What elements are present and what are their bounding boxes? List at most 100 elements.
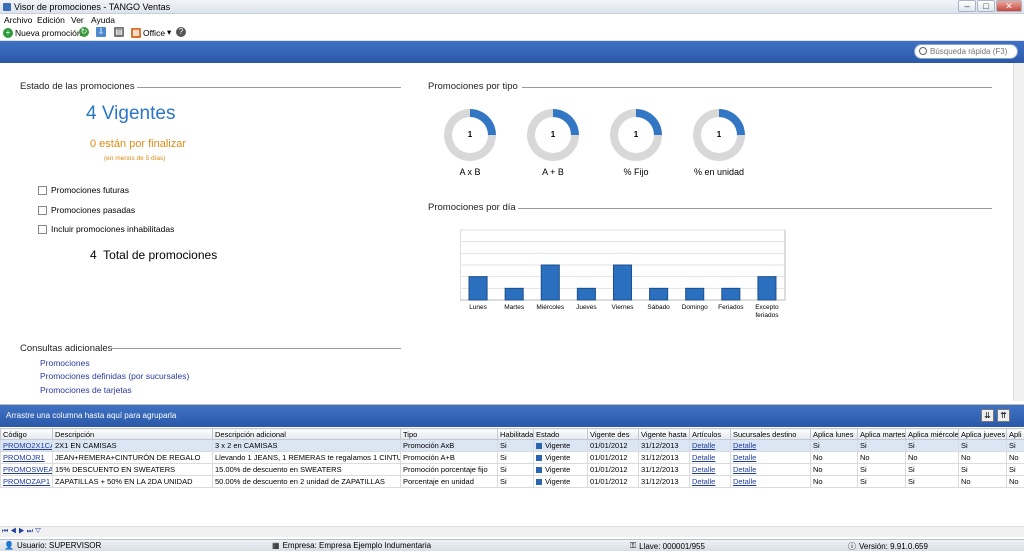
donut-fijo: 1 [610, 109, 662, 161]
help-button[interactable]: ? [176, 27, 186, 37]
table-row[interactable]: PROMOSWEA115% DESCUENTO EN SWEATERS15.00… [1, 464, 1024, 476]
table-cell[interactable]: PROMOSWEA1 [1, 464, 53, 476]
column-header[interactable]: Tipo [401, 429, 498, 440]
menu-edicion[interactable]: Edición [37, 15, 65, 25]
column-header[interactable]: Descripción [53, 429, 213, 440]
detail-link[interactable]: Detalle [733, 441, 756, 450]
checkbox-futuras[interactable]: Promociones futuras [38, 185, 129, 195]
data-table: CódigoDescripciónDescripción adicionalTi… [0, 428, 1024, 488]
column-header[interactable]: Código [1, 429, 53, 440]
checkbox-inhabilitadas[interactable]: Incluir promociones inhabilitadas [38, 224, 174, 234]
table-cell: 31/12/2013 [639, 452, 690, 464]
checkbox-pasadas[interactable]: Promociones pasadas [38, 205, 135, 215]
status-square-icon [536, 443, 542, 449]
table-cell[interactable]: Detalle [731, 476, 811, 488]
table-cell: 01/01/2012 [588, 476, 639, 488]
horizontal-scrollbar[interactable]: ⏮ ◀ ▶ ⏭ ▽ [0, 526, 1024, 537]
group-panel[interactable]: Arrastre una columna hasta aquí para agr… [0, 405, 1024, 427]
close-button[interactable]: ✕ [996, 0, 1022, 12]
column-header[interactable]: Sucursales destino [731, 429, 811, 440]
table-cell[interactable]: PROMOJR1 [1, 452, 53, 464]
status-key: ⚿Llave: 000001/955 [630, 541, 705, 551]
status-company: ▦Empresa: Empresa Ejemplo Indumentaria [272, 541, 431, 550]
minimize-button[interactable]: – [958, 0, 976, 12]
status-square-icon [536, 479, 542, 485]
column-header[interactable]: Vigente des [588, 429, 639, 440]
table-cell: No [1007, 452, 1024, 464]
table-cell: Si [858, 476, 906, 488]
table-cell[interactable]: PROMOZAP1 [1, 476, 53, 488]
column-header[interactable]: Vigente hasta [639, 429, 690, 440]
checkbox-box[interactable] [38, 225, 47, 234]
table-cell[interactable]: Detalle [731, 452, 811, 464]
column-header[interactable]: Aplica miércoles [906, 429, 959, 440]
code-link[interactable]: PROMOZAP1 [3, 477, 50, 486]
detail-link[interactable]: Detalle [692, 477, 715, 486]
maximize-button[interactable]: □ [977, 0, 995, 12]
link-promociones[interactable]: Promociones [40, 358, 90, 368]
export-button[interactable]: ⇩ [96, 27, 106, 37]
column-header[interactable]: Aplica lunes [811, 429, 858, 440]
table-cell[interactable]: PROMO2X1CA [1, 440, 53, 452]
column-header[interactable]: Artículos [690, 429, 731, 440]
print-button[interactable]: ▤ [114, 27, 124, 37]
menu-archivo[interactable]: Archivo [4, 15, 32, 25]
table-cell[interactable]: Detalle [690, 464, 731, 476]
detail-link[interactable]: Detalle [733, 453, 756, 462]
info-icon: ⓘ [848, 541, 856, 552]
donut-label: A x B [430, 167, 510, 177]
column-header[interactable]: Apli [1007, 429, 1024, 440]
bar [613, 265, 631, 300]
search-input[interactable] [914, 44, 1018, 59]
menu-ver[interactable]: Ver [71, 15, 84, 25]
checkbox-box[interactable] [38, 186, 47, 195]
column-header[interactable]: Aplica martes [858, 429, 906, 440]
refresh-button[interactable]: ↻ [79, 27, 89, 37]
table-cell: Si [959, 440, 1007, 452]
column-header[interactable]: Habilitada [498, 429, 534, 440]
table-cell[interactable]: Detalle [731, 464, 811, 476]
table-cell[interactable]: Detalle [690, 440, 731, 452]
code-link[interactable]: PROMOSWEA1 [3, 465, 53, 474]
table-cell: Promoción A+B [401, 452, 498, 464]
table-cell[interactable]: Detalle [690, 476, 731, 488]
record-navigator[interactable]: ⏮ ◀ ▶ ⏭ ▽ [2, 528, 41, 536]
checkbox-box[interactable] [38, 206, 47, 215]
menu-ayuda[interactable]: Ayuda [91, 15, 115, 25]
vertical-scrollbar[interactable] [1013, 63, 1024, 401]
bar [722, 288, 740, 300]
divider [522, 87, 992, 88]
x-tick-label: Jueves [576, 304, 597, 311]
table-row[interactable]: PROMOZAP1ZAPATILLAS + 50% EN LA 2DA UNID… [1, 476, 1024, 488]
total-promos: 4 Total de promociones [90, 248, 217, 262]
collapse-all-button[interactable]: ⇈ [997, 409, 1010, 422]
code-link[interactable]: PROMO2X1CA [3, 441, 53, 450]
table-row[interactable]: PROMO2X1CA2X1 EN CAMISAS3 x 2 en CAMISAS… [1, 440, 1024, 452]
table-cell: 3 x 2 en CAMISAS [213, 440, 401, 452]
detail-link[interactable]: Detalle [692, 465, 715, 474]
detail-link[interactable]: Detalle [692, 453, 715, 462]
x-tick-label: Feriados [718, 304, 744, 311]
table-cell: ZAPATILLAS + 50% EN LA 2DA UNIDAD [53, 476, 213, 488]
detail-link[interactable]: Detalle [733, 477, 756, 486]
column-header[interactable]: Estado [534, 429, 588, 440]
search-icon [919, 47, 927, 55]
office-button[interactable]: ▦ Office▾ [131, 27, 171, 38]
link-promociones-sucursales[interactable]: Promociones definidas (por sucursales) [40, 371, 189, 381]
new-promo-button[interactable]: + Nueva promoción▾ [3, 27, 88, 38]
table-row[interactable]: PROMOJR1JEAN+REMERA+CINTURÓN DE REGALOLl… [1, 452, 1024, 464]
expand-all-button[interactable]: ⇊ [981, 409, 994, 422]
column-header[interactable]: Aplica jueves [959, 429, 1007, 440]
status-key-label: Llave: 000001/955 [639, 542, 705, 551]
detail-link[interactable]: Detalle [692, 441, 715, 450]
table-header: CódigoDescripciónDescripción adicionalTi… [1, 429, 1024, 440]
detail-link[interactable]: Detalle [733, 465, 756, 474]
status-company-label: Empresa: Empresa Ejemplo Indumentaria [283, 541, 432, 550]
column-header[interactable]: Descripción adicional [213, 429, 401, 440]
table-cell[interactable]: Detalle [731, 440, 811, 452]
user-icon: 👤 [4, 541, 14, 550]
table-cell[interactable]: Detalle [690, 452, 731, 464]
table-cell: No [811, 452, 858, 464]
code-link[interactable]: PROMOJR1 [3, 453, 45, 462]
link-promociones-tarjetas[interactable]: Promociones de tarjetas [40, 385, 132, 395]
